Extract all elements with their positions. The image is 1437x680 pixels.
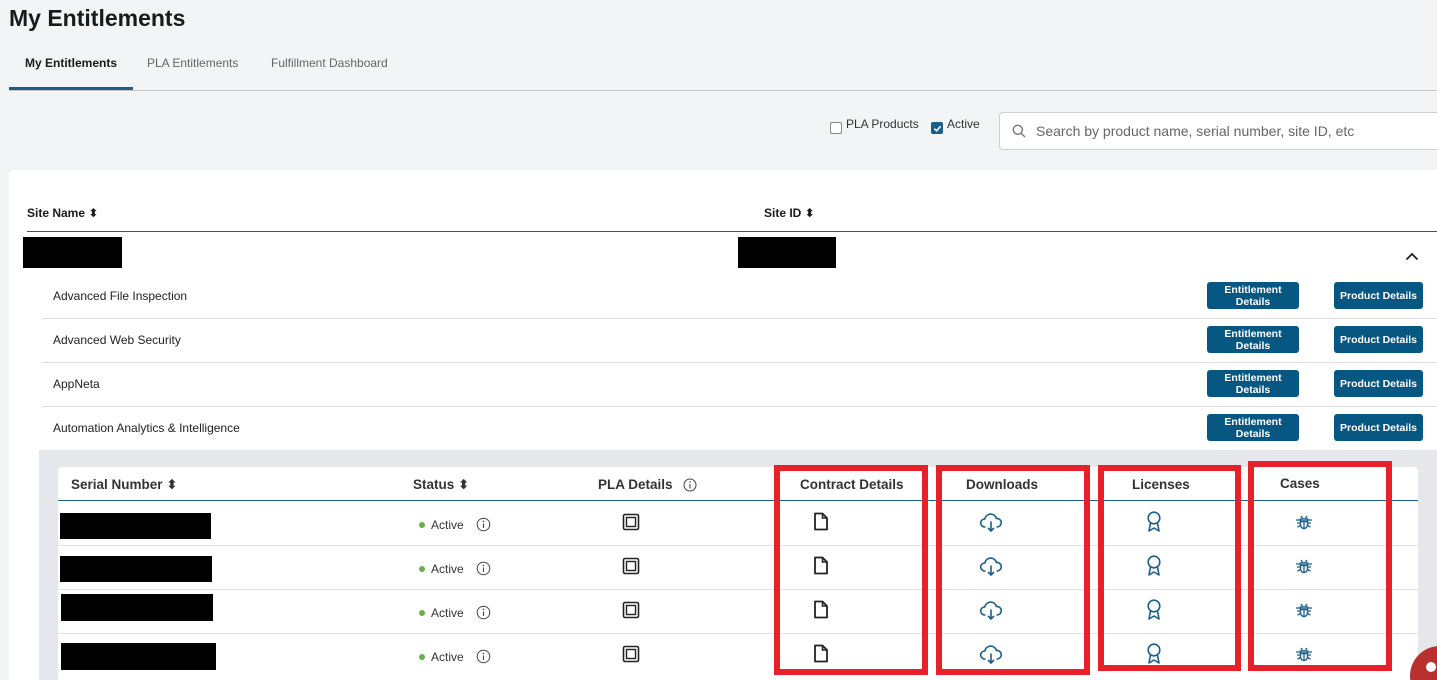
site-id-header[interactable]: Site ID ⬍ <box>764 206 815 220</box>
pla-details-header: PLA Details <box>598 477 697 492</box>
site-name-redacted <box>23 237 122 268</box>
pla-details-label: PLA Details <box>598 477 673 492</box>
site-id-redacted <box>738 237 836 268</box>
cases-highlight <box>1248 461 1392 671</box>
serial-number-header[interactable]: Serial Number ⬍ <box>71 477 178 493</box>
serial-number-redacted <box>61 643 216 670</box>
downloads-highlight <box>936 465 1090 675</box>
product-row[interactable]: Advanced File Inspection Entitlement Det… <box>42 275 1437 319</box>
product-name: AppNeta <box>53 377 100 391</box>
serial-number-redacted <box>60 513 211 539</box>
product-details-button[interactable]: Product Details <box>1334 282 1423 309</box>
chat-icon <box>1426 662 1436 672</box>
status-cell: Active <box>419 517 491 532</box>
search-input[interactable] <box>1036 123 1436 139</box>
search-box[interactable] <box>999 112 1437 150</box>
status-text: Active <box>431 649 464 664</box>
info-icon[interactable] <box>476 605 491 620</box>
product-details-button[interactable]: Product Details <box>1334 370 1423 397</box>
product-row[interactable]: Advanced Web Security Entitlement Detail… <box>42 319 1437 363</box>
status-header[interactable]: Status ⬍ <box>413 477 469 493</box>
search-icon <box>1012 124 1026 138</box>
entitlement-details-button[interactable]: Entitlement Details <box>1207 370 1299 397</box>
status-cell: Active <box>419 605 491 620</box>
info-icon[interactable] <box>476 517 491 532</box>
product-name: Automation Analytics & Intelligence <box>53 421 240 435</box>
entitlement-details-button[interactable]: Entitlement Details <box>1207 282 1299 309</box>
copy-squares-icon[interactable] <box>622 645 640 663</box>
pla-products-label: PLA Products <box>846 117 919 131</box>
copy-squares-icon[interactable] <box>622 601 640 619</box>
tab-fulfillment-dashboard[interactable]: Fulfillment Dashboard <box>271 56 388 70</box>
entitlement-details-button[interactable]: Entitlement Details <box>1207 414 1299 441</box>
serial-number-redacted <box>60 556 212 582</box>
tab-bar: My Entitlements PLA Entitlements Fulfill… <box>9 52 1437 91</box>
info-icon[interactable] <box>476 649 491 664</box>
pla-products-checkbox[interactable] <box>830 122 842 134</box>
status-dot <box>419 565 425 572</box>
active-filter[interactable]: Active <box>931 117 980 135</box>
site-name-header[interactable]: Site Name ⬍ <box>27 206 98 220</box>
check-icon <box>933 125 941 132</box>
status-text: Active <box>431 605 464 620</box>
status-text: Active <box>431 517 464 532</box>
active-tab-indicator <box>9 87 133 90</box>
copy-squares-icon[interactable] <box>622 513 640 531</box>
active-checkbox[interactable] <box>931 122 943 134</box>
product-name: Advanced File Inspection <box>53 289 188 303</box>
header-divider <box>27 231 1437 232</box>
product-name: Advanced Web Security <box>53 333 181 347</box>
product-row[interactable]: Automation Analytics & Intelligence Enti… <box>42 407 1437 451</box>
status-dot <box>419 521 425 528</box>
status-cell: Active <box>419 561 491 576</box>
serial-number-redacted <box>61 594 213 621</box>
status-dot <box>419 653 425 660</box>
pla-products-filter[interactable]: PLA Products <box>830 117 919 135</box>
chevron-up-icon[interactable] <box>1405 248 1419 266</box>
entitlement-details-button[interactable]: Entitlement Details <box>1207 326 1299 353</box>
status-dot <box>419 609 425 616</box>
page-title: My Entitlements <box>9 5 186 31</box>
product-details-button[interactable]: Product Details <box>1334 414 1423 441</box>
tab-pla-entitlements[interactable]: PLA Entitlements <box>147 56 238 70</box>
licenses-highlight <box>1098 465 1241 671</box>
info-icon[interactable] <box>683 478 697 492</box>
contract-details-highlight <box>774 465 928 675</box>
info-icon[interactable] <box>476 561 491 576</box>
status-cell: Active <box>419 649 491 664</box>
tab-my-entitlements[interactable]: My Entitlements <box>25 56 117 70</box>
status-text: Active <box>431 561 464 576</box>
active-label: Active <box>947 117 980 131</box>
product-row[interactable]: AppNeta Entitlement Details Product Deta… <box>42 363 1437 407</box>
copy-squares-icon[interactable] <box>622 557 640 575</box>
product-details-button[interactable]: Product Details <box>1334 326 1423 353</box>
